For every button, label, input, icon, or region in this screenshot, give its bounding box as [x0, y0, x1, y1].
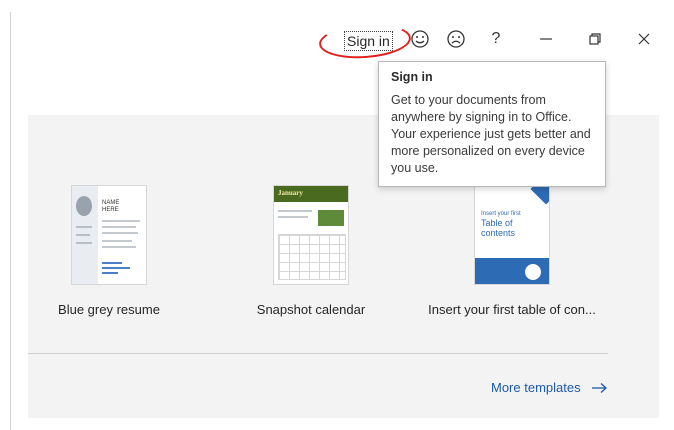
arrow-right-icon [591, 382, 607, 393]
resume-name-line2: HERE [102, 207, 119, 213]
help-icon: ? [491, 30, 501, 47]
tooltip-body: Get to your documents from anywhere by s… [391, 93, 591, 175]
more-templates-link[interactable]: More templates [491, 380, 607, 395]
template-label: Snapshot calendar [256, 302, 366, 317]
frown-icon[interactable] [445, 28, 467, 50]
close-icon[interactable] [633, 28, 655, 50]
office-start-window: Sign in ? NAME HERE Blue grey resume Jan… [10, 12, 674, 430]
help-button[interactable]: ? [485, 28, 507, 50]
template-blue-grey-resume[interactable]: NAME HERE Blue grey resume [14, 185, 204, 317]
calendar-thumbnail: January [273, 185, 349, 285]
sign-in-tooltip: Sign in Get to your documents from anywh… [378, 61, 606, 187]
template-table-of-contents[interactable]: Insert your first Table of contents Inse… [417, 185, 607, 317]
divider [28, 353, 608, 354]
resume-name-line1: NAME [102, 200, 120, 206]
more-templates-label: More templates [491, 380, 581, 395]
smile-icon[interactable] [409, 28, 431, 50]
toc-thumbnail: Insert your first Table of contents [474, 185, 550, 285]
tooltip-title: Sign in [391, 70, 433, 84]
restore-icon[interactable] [584, 28, 606, 50]
minimize-icon[interactable] [535, 28, 557, 50]
calendar-month-title: January [278, 189, 303, 197]
toc-line1: Insert your first [481, 211, 521, 217]
toc-line2: Table of [481, 218, 513, 228]
resume-thumbnail: NAME HERE [71, 185, 147, 285]
template-label: Insert your first table of con... [428, 302, 596, 317]
title-bar: Sign in ? [11, 12, 674, 64]
toc-line3: contents [481, 228, 516, 238]
template-label: Blue grey resume [58, 302, 160, 317]
template-snapshot-calendar[interactable]: January Snapshot calendar [216, 185, 406, 317]
sign-in-link[interactable]: Sign in [344, 31, 393, 51]
